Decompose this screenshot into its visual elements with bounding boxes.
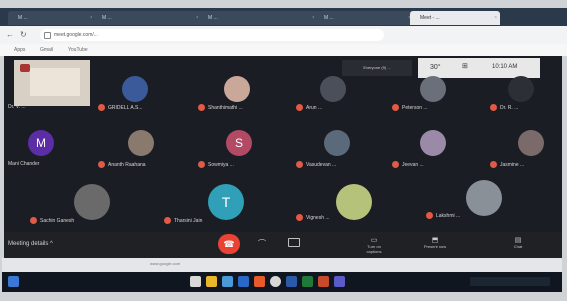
end-call-button[interactable]: ☎ (218, 234, 240, 254)
presentation-thumbnail (14, 60, 90, 106)
mic-off-icon (198, 104, 205, 111)
reload-icon[interactable]: ↻ (20, 30, 27, 39)
participant-avatar-photo (122, 76, 148, 102)
excel-icon[interactable] (302, 276, 313, 287)
mic-off-icon (296, 161, 303, 168)
status-text: www.google.com (150, 261, 181, 266)
system-tray (470, 277, 550, 286)
participant-name: Dr. R. ... (490, 104, 518, 111)
participant-avatar-photo (128, 130, 154, 156)
tab-label: M ... (18, 15, 28, 21)
tab-label: Meet - ... (420, 15, 440, 21)
participant-name: Lakshmi ... (426, 212, 460, 219)
mic-off-icon (198, 161, 205, 168)
camera-icon[interactable] (288, 238, 300, 247)
participant-name: Tharsini Jain (164, 217, 202, 224)
explorer-icon[interactable] (206, 276, 217, 287)
browser-tab-1[interactable]: M ...× (8, 11, 96, 25)
mic-off-icon (296, 214, 303, 221)
chat-button[interactable]: ▤ Chat (506, 236, 530, 254)
participant-name: Peterson ... (392, 104, 428, 111)
mic-off-icon (490, 161, 497, 168)
phone-hangup-icon: ☎ (223, 239, 235, 249)
participant-name: Jasmine ... (490, 161, 524, 168)
meeting-details-button[interactable]: Meeting details ^ (8, 241, 53, 247)
presenting-banner: Everyone (9) ... (342, 60, 412, 76)
tab-label: M ... (208, 15, 218, 21)
chevron-up-icon: ^ (50, 241, 53, 247)
participant-avatar-photo (420, 130, 446, 156)
participant-name: Jeevan ... (392, 161, 424, 168)
participant-name: Dr. V. ... (8, 104, 26, 110)
participant-name: Shanthimathi ... (198, 104, 243, 111)
mic-off-icon (296, 104, 303, 111)
participant-avatar-photo (336, 184, 372, 220)
url-field[interactable]: meet.google.com/... (40, 29, 384, 41)
teams-icon[interactable] (334, 276, 345, 287)
mic-off-icon (98, 161, 105, 168)
participant-name: GRIDELL A.S... (98, 104, 143, 111)
participant-name: Mani Chander (8, 161, 40, 167)
start-icon[interactable] (8, 276, 19, 287)
lock-icon (44, 32, 51, 39)
participant-name: Vasudevan ... (296, 161, 336, 168)
mic-off-icon (392, 104, 399, 111)
mic-off-icon (392, 161, 399, 168)
captions-button[interactable]: ▭ Turn on captions (364, 236, 384, 254)
participant-name: Ananth Raahana (98, 161, 146, 168)
chrome-icon[interactable] (270, 276, 281, 287)
temperature: 30° (430, 64, 441, 71)
participant-avatar-letter: T (208, 184, 244, 220)
bookmark-gmail[interactable]: Gmail (40, 44, 53, 56)
browser-tab-2[interactable]: M ...× (92, 11, 202, 25)
participant-name: Vignesh ... (296, 214, 330, 221)
bookmark-apps[interactable]: Apps (14, 44, 25, 56)
participant-name: Sachin Ganesh (30, 217, 74, 224)
mic-button[interactable]: ⌒ (258, 238, 266, 249)
participant-avatar-photo (74, 184, 110, 220)
browser-status-strip (2, 258, 562, 272)
participant-avatar-photo (224, 76, 250, 102)
ppt-icon[interactable] (318, 276, 329, 287)
mic-off-icon (164, 217, 171, 224)
browser-tab-3[interactable]: M ...× (198, 11, 318, 25)
participant-avatar-letter: M (28, 130, 54, 156)
tab-label: M ... (324, 15, 334, 21)
search-icon[interactable] (190, 276, 201, 287)
participant-avatar-photo (518, 130, 544, 156)
browser-tab-4[interactable]: M ...× (314, 11, 414, 25)
close-icon[interactable]: × (494, 11, 497, 25)
tab-label: M ... (102, 15, 112, 21)
word-icon[interactable] (286, 276, 297, 287)
participant-avatar-photo (324, 130, 350, 156)
participant-avatar-letter: S (226, 130, 252, 156)
participant-avatar-photo (508, 76, 534, 102)
mic-off-icon (426, 212, 433, 219)
participant-name: Arun ... (296, 104, 322, 111)
layout-icon[interactable]: ⊞ (462, 62, 468, 70)
edge-icon[interactable] (222, 276, 233, 287)
bookmark-youtube[interactable]: YouTube (68, 44, 88, 56)
mail-icon[interactable] (238, 276, 249, 287)
store-icon[interactable] (254, 276, 265, 287)
present-now-button[interactable]: ⬒ Present now (420, 236, 450, 254)
clock: 10:10 AM (492, 64, 518, 70)
mic-off-icon (490, 104, 497, 111)
participant-avatar-photo (466, 180, 502, 216)
meeting-control-bar (4, 232, 562, 258)
mic-off-icon (98, 104, 105, 111)
participant-avatar-photo (420, 76, 446, 102)
back-icon[interactable]: ← (6, 30, 14, 39)
browser-tab-meet[interactable]: Meet - ... × (410, 11, 500, 25)
participant-name: Sowmiya ... (198, 161, 234, 168)
participant-avatar-photo (320, 76, 346, 102)
mic-off-icon (30, 217, 37, 224)
